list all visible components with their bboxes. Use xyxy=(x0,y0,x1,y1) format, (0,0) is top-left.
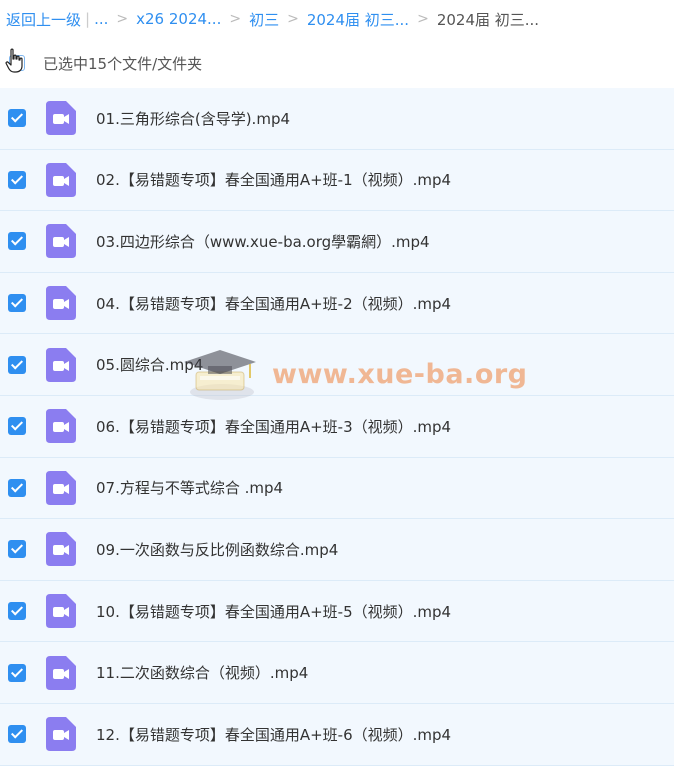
breadcrumb-item-1[interactable]: x26 2024... xyxy=(136,10,221,28)
file-row[interactable]: 01.三角形综合(含导学).mp4 xyxy=(0,88,674,150)
file-name: 11.二次函数综合（视频）.mp4 xyxy=(96,664,309,683)
breadcrumb-divider: | xyxy=(85,10,91,28)
file-checkbox[interactable] xyxy=(8,294,26,313)
file-row[interactable]: 11.二次函数综合（视频）.mp4 xyxy=(0,642,674,704)
file-name: 12.【易错题专项】春全国通用A+班-6（视频）.mp4 xyxy=(96,725,452,744)
file-checkbox[interactable] xyxy=(8,725,26,744)
file-row[interactable]: 12.【易错题专项】春全国通用A+班-6（视频）.mp4 xyxy=(0,703,674,766)
breadcrumb-item-3[interactable]: 2024届 初三... xyxy=(307,9,409,30)
chevron-right-icon: > xyxy=(417,11,429,27)
back-link[interactable]: 返回上一级 xyxy=(6,9,81,30)
video-file-icon xyxy=(46,347,76,382)
selection-count-text: 已选中15个文件/文件夹 xyxy=(43,54,203,73)
breadcrumb-ellipsis[interactable]: ... xyxy=(94,10,108,28)
video-file-icon xyxy=(46,470,76,505)
file-checkbox[interactable] xyxy=(8,478,26,497)
video-file-icon xyxy=(46,594,76,629)
file-list: 01.三角形综合(含导学).mp4 02.【易错题专项】春全国通用A+班-1（视频… xyxy=(0,88,674,766)
file-row[interactable]: 02.【易错题专项】春全国通用A+班-1（视频）.mp4 xyxy=(0,149,674,212)
video-file-icon xyxy=(46,655,76,690)
file-checkbox[interactable] xyxy=(8,170,26,189)
file-row[interactable]: 04.【易错题专项】春全国通用A+班-2（视频）.mp4 xyxy=(0,272,674,335)
video-file-icon xyxy=(46,224,76,259)
file-row[interactable]: 06.【易错题专项】春全国通用A+班-3（视频）.mp4 xyxy=(0,395,674,458)
video-file-icon xyxy=(46,101,76,136)
breadcrumb: 返回上一级 | ... > x26 2024... > 初三 > 2024届 初… xyxy=(0,0,674,38)
file-row[interactable]: 10.【易错题专项】春全国通用A+班-5（视频）.mp4 xyxy=(0,580,674,643)
video-file-icon xyxy=(46,286,76,321)
chevron-right-icon: > xyxy=(116,11,129,27)
file-row[interactable]: 09.一次函数与反比例函数综合.mp4 xyxy=(0,519,674,581)
file-name: 03.四边形综合（www.xue-ba.org學霸網）.mp4 xyxy=(96,232,430,251)
file-checkbox[interactable] xyxy=(8,602,26,621)
chevron-right-icon: > xyxy=(287,11,299,27)
file-name: 09.一次函数与反比例函数综合.mp4 xyxy=(96,540,339,559)
breadcrumb-item-2[interactable]: 初三 xyxy=(249,9,279,30)
hand-cursor-icon xyxy=(5,48,23,73)
file-name: 06.【易错题专项】春全国通用A+班-3（视频）.mp4 xyxy=(96,417,452,436)
video-file-icon xyxy=(46,409,76,444)
selection-header: 已选中15个文件/文件夹 xyxy=(0,38,674,88)
file-checkbox[interactable] xyxy=(8,355,26,374)
file-name: 07.方程与不等式综合 .mp4 xyxy=(96,479,284,498)
file-name: 04.【易错题专项】春全国通用A+班-2（视频）.mp4 xyxy=(96,294,452,313)
file-name: 05.圆综合.mp4 xyxy=(96,356,204,375)
file-name: 10.【易错题专项】春全国通用A+班-5（视频）.mp4 xyxy=(96,602,452,621)
video-file-icon xyxy=(46,162,76,197)
file-checkbox[interactable] xyxy=(8,663,26,682)
file-checkbox[interactable] xyxy=(8,109,26,128)
file-name: 01.三角形综合(含导学).mp4 xyxy=(96,109,291,128)
file-row[interactable]: 03.四边形综合（www.xue-ba.org學霸網）.mp4 xyxy=(0,211,674,273)
file-checkbox[interactable] xyxy=(8,232,26,251)
file-checkbox[interactable] xyxy=(8,540,26,559)
chevron-right-icon: > xyxy=(229,11,242,27)
video-file-icon xyxy=(46,532,76,567)
video-file-icon xyxy=(46,717,76,752)
breadcrumb-current: 2024届 初三... xyxy=(436,10,540,29)
file-checkbox[interactable] xyxy=(8,417,26,436)
file-name: 02.【易错题专项】春全国通用A+班-1（视频）.mp4 xyxy=(96,171,452,190)
file-row[interactable]: 05.圆综合.mp4 xyxy=(0,334,674,396)
file-row[interactable]: 07.方程与不等式综合 .mp4 xyxy=(0,457,674,520)
